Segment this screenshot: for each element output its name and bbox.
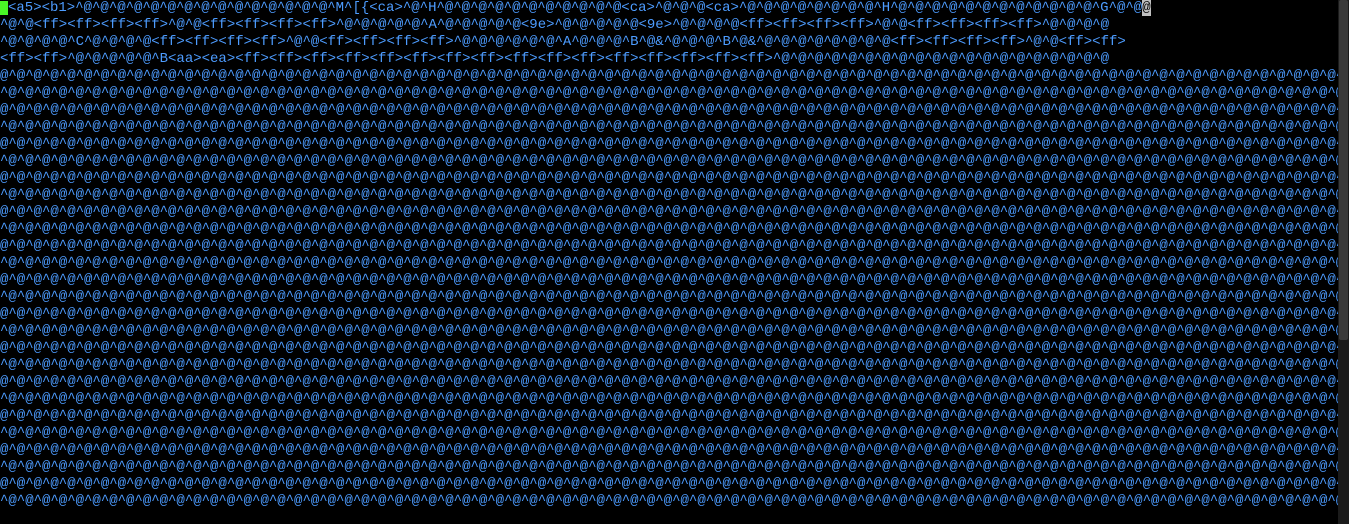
terminal-line: ^@^@^@^@^@^@^@^@^@^@^@^@^@^@^@^@^@^@^@^@… (0, 391, 1338, 408)
terminal-line: ^@^@^@^@^@^@^@^@^@^@^@^@^@^@^@^@^@^@^@^@… (0, 187, 1338, 204)
terminal-line: @^@^@^@^@^@^@^@^@^@^@^@^@^@^@^@^@^@^@^@^… (0, 102, 1338, 119)
terminal-line: <ff><ff>^@^@^@^@^@^B<aa><ea><ff><ff><ff>… (0, 51, 1338, 68)
terminal-line: @^@^@^@^@^@^@^@^@^@^@^@^@^@^@^@^@^@^@^@^… (0, 442, 1338, 459)
terminal-line: ^@^@^@^@^@^@^@^@^@^@^@^@^@^@^@^@^@^@^@^@… (0, 425, 1338, 442)
terminal-line: ^@^@^@^@^@^@^@^@^@^@^@^@^@^@^@^@^@^@^@^@… (0, 255, 1338, 272)
terminal-line: ^@^@^@^@^@^@^@^@^@^@^@^@^@^@^@^@^@^@^@^@… (0, 357, 1338, 374)
terminal-viewport[interactable]: <a5><b1>^@^@^@^@^@^@^@^@^@^@^@^@^@^@^@^M… (0, 0, 1338, 524)
scrollbar-track[interactable] (1338, 0, 1349, 524)
scrollbar-thumb[interactable] (1339, 0, 1348, 340)
terminal-line: @^@^@^@^@^@^@^@^@^@^@^@^@^@^@^@^@^@^@^@^… (0, 136, 1338, 153)
highlighted-char: @ (1142, 0, 1150, 16)
terminal-line: ^@^@^@^@^@^@^@^@^@^@^@^@^@^@^@^@^@^@^@^@… (0, 153, 1338, 170)
terminal-line: ^@^@^@^@^@^@^@^@^@^@^@^@^@^@^@^@^@^@^@^@… (0, 323, 1338, 340)
terminal-line: ^@^@<ff><ff><ff><ff>^@^@<ff><ff><ff><ff>… (0, 17, 1338, 34)
terminal-line: @^@^@^@^@^@^@^@^@^@^@^@^@^@^@^@^@^@^@^@^… (0, 340, 1338, 357)
terminal-line: @^@^@^@^@^@^@^@^@^@^@^@^@^@^@^@^@^@^@^@^… (0, 408, 1338, 425)
terminal-line: ^@^@^@^@^C^@^@^@^@<ff><ff><ff><ff>^@^@<f… (0, 34, 1338, 51)
terminal-line: ^@^@^@^@^@^@^@^@^@^@^@^@^@^@^@^@^@^@^@^@… (0, 289, 1338, 306)
terminal-line: ^@^@^@^@^@^@^@^@^@^@^@^@^@^@^@^@^@^@^@^@… (0, 459, 1338, 476)
terminal-line: @^@^@^@^@^@^@^@^@^@^@^@^@^@^@^@^@^@^@^@^… (0, 238, 1338, 255)
terminal-line: ^@^@^@^@^@^@^@^@^@^@^@^@^@^@^@^@^@^@^@^@… (0, 85, 1338, 102)
terminal-line: @^@^@^@^@^@^@^@^@^@^@^@^@^@^@^@^@^@^@^@^… (0, 204, 1338, 221)
terminal-line: @^@^@^@^@^@^@^@^@^@^@^@^@^@^@^@^@^@^@^@^… (0, 68, 1338, 85)
terminal-line: @^@^@^@^@^@^@^@^@^@^@^@^@^@^@^@^@^@^@^@^… (0, 170, 1338, 187)
terminal-line: @^@^@^@^@^@^@^@^@^@^@^@^@^@^@^@^@^@^@^@^… (0, 306, 1338, 323)
terminal-line: ^@^@^@^@^@^@^@^@^@^@^@^@^@^@^@^@^@^@^@^@… (0, 493, 1338, 510)
terminal-line: @^@^@^@^@^@^@^@^@^@^@^@^@^@^@^@^@^@^@^@^… (0, 374, 1338, 391)
cursor-block (0, 1, 8, 15)
terminal-line: ^@^@^@^@^@^@^@^@^@^@^@^@^@^@^@^@^@^@^@^@… (0, 221, 1338, 238)
terminal-line: @^@^@^@^@^@^@^@^@^@^@^@^@^@^@^@^@^@^@^@^… (0, 272, 1338, 289)
terminal-line: @^@^@^@^@^@^@^@^@^@^@^@^@^@^@^@^@^@^@^@^… (0, 476, 1338, 493)
terminal-line: ^@^@^@^@^@^@^@^@^@^@^@^@^@^@^@^@^@^@^@^@… (0, 119, 1338, 136)
terminal-line: <a5><b1>^@^@^@^@^@^@^@^@^@^@^@^@^@^@^@^M… (0, 0, 1338, 17)
